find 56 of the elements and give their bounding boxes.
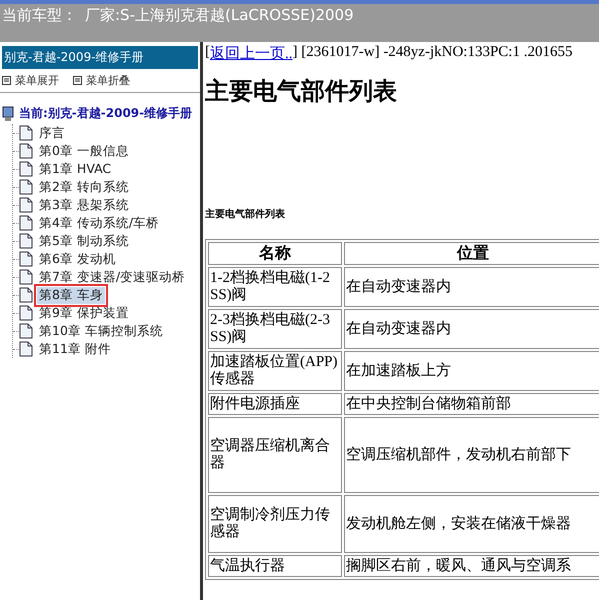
computer-icon <box>2 106 16 122</box>
table-cell: 搁脚区右前，暖风、通风与空调系 <box>344 555 599 577</box>
tree-item[interactable]: 第10章 车辆控制系统 <box>37 322 165 340</box>
page-title: 主要电气部件列表 <box>205 77 398 107</box>
tree-item[interactable]: 第3章 悬架系统 <box>37 196 131 214</box>
table-cell: 气温执行器 <box>208 555 342 577</box>
table-cell: 在自动变速器内 <box>344 309 599 349</box>
document-icon <box>19 341 33 357</box>
column-header: 名称 <box>208 242 342 265</box>
tree-item[interactable]: 第7章 变速器/变速驱动桥 <box>37 268 188 286</box>
document-icon <box>19 179 33 195</box>
bracket: [ <box>205 44 210 62</box>
tree-item[interactable]: 序言 <box>37 124 67 142</box>
header-label: 当前车型： <box>2 6 77 25</box>
document-icon <box>19 233 33 249</box>
tree-item[interactable]: 第1章 HVAC <box>37 160 114 178</box>
document-icon <box>19 251 33 267</box>
tree-item[interactable]: 第5章 制动系统 <box>37 232 131 250</box>
table-cell: 在中央控制台储物箱前部 <box>344 393 599 415</box>
back-link[interactable]: 返回上一页.. <box>210 44 292 63</box>
tree-item[interactable]: 第8章 车身 <box>37 286 105 304</box>
menu-toggle-link[interactable]: 菜单折叠 <box>73 73 130 88</box>
document-icon <box>19 323 33 339</box>
table-cell: 1-2档换档电磁(1-2 SS)阀 <box>208 267 342 307</box>
document-icon <box>19 305 33 321</box>
car-model: 厂家:S-上海别克君越(LaCROSSE)2009 <box>85 6 354 25</box>
document-icon <box>19 125 33 141</box>
document-icon <box>19 215 33 231</box>
table-cell: 发动机舱左侧，安装在储液干燥器 <box>344 495 599 553</box>
sidebar-title: 别克-君越-2009-维修手册 <box>2 46 198 69</box>
list-icon <box>73 76 82 85</box>
table-caption: 主要电气部件列表 <box>205 207 286 221</box>
tree-item[interactable]: 第6章 发动机 <box>37 250 118 268</box>
column-header: 位置 <box>344 242 599 265</box>
document-icon <box>19 197 33 213</box>
tree-item[interactable]: 第4章 传动系统/车桥 <box>37 214 162 232</box>
table-cell: 空调压缩机部件，发动机右前部下 <box>344 417 599 493</box>
table-cell: 空调器压缩机离合器 <box>208 417 342 493</box>
tree-item[interactable]: 第0章 一般信息 <box>37 142 131 160</box>
tree-root[interactable]: 当前:别克-君越-2009-维修手册 <box>19 105 192 122</box>
menu-toggle-link[interactable]: 菜单展开 <box>2 73 59 88</box>
page-info: ] [2361017-w] -248yz-jkNO:133PC:1 .201655 <box>292 44 572 62</box>
tree-item[interactable]: 第9章 保护装置 <box>37 304 131 322</box>
table-cell: 附件电源插座 <box>208 393 342 415</box>
document-icon <box>19 269 33 285</box>
document-icon <box>19 143 33 159</box>
table-cell: 在加速踏板上方 <box>344 351 599 391</box>
document-icon <box>19 287 33 303</box>
tree-item[interactable]: 第11章 附件 <box>37 340 113 358</box>
table-cell: 加速踏板位置(APP)传感器 <box>208 351 342 391</box>
list-icon <box>2 76 11 85</box>
table-cell: 在自动变速器内 <box>344 267 599 307</box>
document-icon <box>19 161 33 177</box>
table-cell: 2-3档换档电磁(2-3 SS)阀 <box>208 309 342 349</box>
tree-item[interactable]: 第2章 转向系统 <box>37 178 131 196</box>
table-cell: 空调制冷剂压力传感器 <box>208 495 342 553</box>
